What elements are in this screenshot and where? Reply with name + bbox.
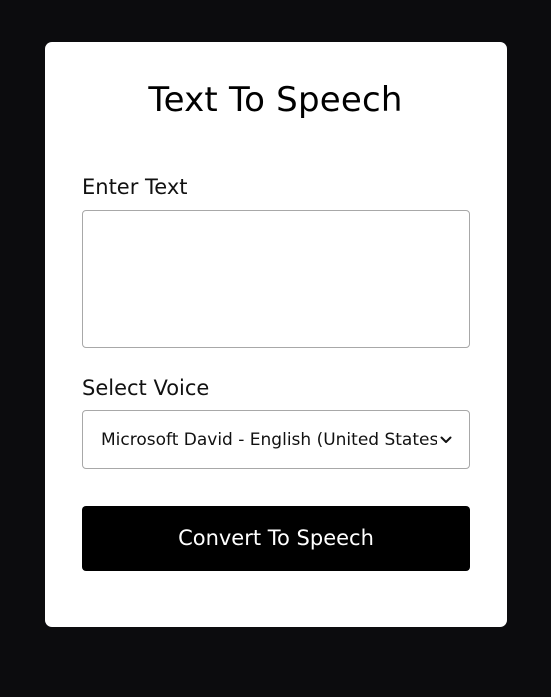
chevron-down-icon bbox=[440, 436, 452, 443]
text-input[interactable] bbox=[82, 210, 470, 348]
page-title: Text To Speech bbox=[148, 80, 403, 120]
voice-select-value: Microsoft David - English (United States… bbox=[101, 430, 437, 450]
enter-text-label: Enter Text bbox=[82, 175, 188, 199]
convert-to-speech-button[interactable]: Convert To Speech bbox=[82, 506, 470, 571]
select-voice-label: Select Voice bbox=[82, 376, 210, 400]
voice-select[interactable]: Microsoft David - English (United States… bbox=[82, 410, 470, 469]
